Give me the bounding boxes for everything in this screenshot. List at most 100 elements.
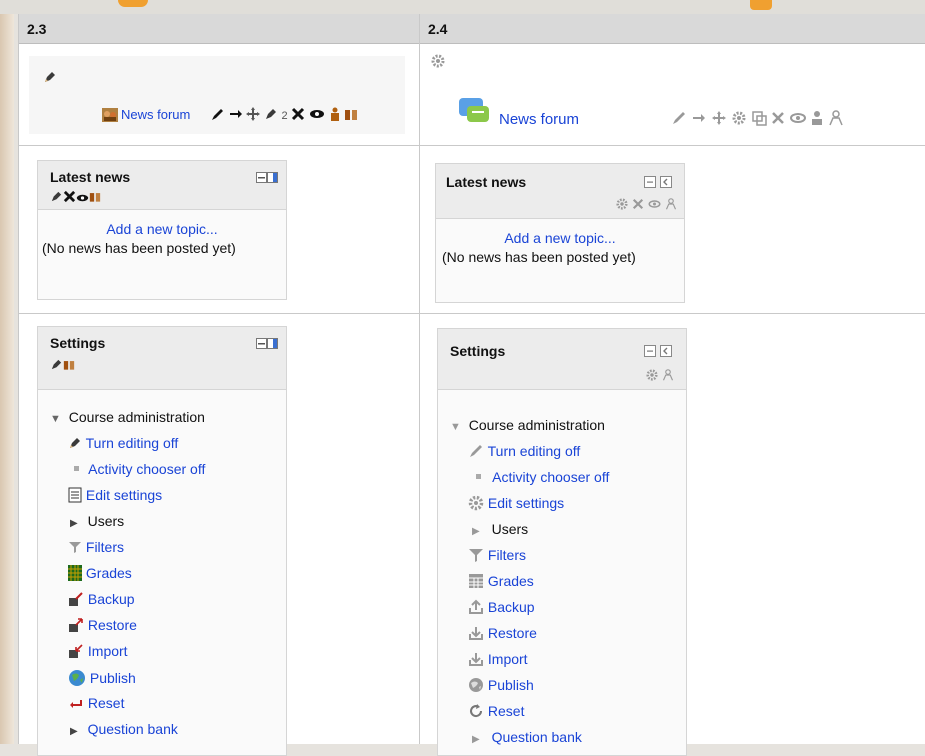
block-title: Latest news <box>50 169 131 185</box>
gear-icon[interactable] <box>646 368 658 384</box>
delete-icon[interactable] <box>63 190 76 206</box>
news-forum-link[interactable]: News forum <box>499 111 579 128</box>
assign-roles-icon[interactable] <box>89 190 101 206</box>
edit-icon[interactable] <box>50 190 63 206</box>
question-bank-node[interactable]: ▶ Question bank <box>472 729 582 745</box>
block-edit-icons <box>616 196 677 213</box>
restore-item[interactable]: Restore <box>68 617 137 636</box>
row-divider <box>19 145 925 146</box>
edit-title-icon[interactable] <box>671 110 687 129</box>
dock-icon[interactable] <box>267 170 278 186</box>
add-new-topic-link[interactable]: Add a new topic... <box>38 221 286 237</box>
collapsed-arrow-icon: ▶ <box>472 526 480 537</box>
question-bank-node[interactable]: ▶ Question bank <box>70 721 178 737</box>
no-news-text: (No news has been posted yet) <box>442 249 636 265</box>
settings-block-left: Settings ▼ Course administration Turn ed… <box>37 326 287 756</box>
edit-settings-item[interactable]: Edit settings <box>68 487 162 506</box>
move-icon[interactable] <box>246 107 261 124</box>
users-node[interactable]: ▶ Users <box>472 521 528 537</box>
gear-icon[interactable] <box>431 54 445 71</box>
reset-item[interactable]: Reset <box>68 695 124 714</box>
dock-icon[interactable] <box>659 175 672 191</box>
grades-item[interactable]: Grades <box>468 573 534 592</box>
assign-roles-icon[interactable] <box>810 110 824 129</box>
forum-actions-right <box>671 110 844 129</box>
activity-chooser-item[interactable]: Activity chooser off <box>70 461 205 477</box>
table-icon <box>468 573 484 592</box>
assign-roles-icon[interactable] <box>662 368 674 384</box>
latest-news-block-left: Latest news Add a new topic... (No news … <box>37 160 287 300</box>
delete-icon[interactable] <box>632 197 644 213</box>
hide-icon[interactable] <box>309 108 325 123</box>
filter-icon <box>468 547 484 566</box>
gear-icon[interactable] <box>616 197 628 213</box>
section-label: Course administration <box>468 417 605 433</box>
edit-icon <box>68 436 82 453</box>
grades-icon <box>68 565 82 584</box>
edit-settings-icon[interactable] <box>264 107 278 124</box>
item-label: Filters <box>487 547 527 564</box>
activity-chooser-item[interactable]: Activity chooser off <box>470 469 609 485</box>
duplicate-icon[interactable] <box>751 110 767 129</box>
collapse-icon[interactable] <box>256 170 267 186</box>
block-edit-icons <box>50 189 101 206</box>
edit-icon[interactable] <box>50 358 63 374</box>
orange-tab-decoration <box>118 0 148 7</box>
hide-icon[interactable] <box>790 110 807 129</box>
import-item[interactable]: Import <box>468 651 528 670</box>
delete-icon[interactable] <box>770 110 786 129</box>
item-label: Grades <box>85 565 132 582</box>
publish-item[interactable]: Publish <box>68 669 136 690</box>
upload-icon <box>468 599 484 618</box>
collapse-icon[interactable] <box>644 344 656 360</box>
edit-settings-item[interactable]: Edit settings <box>468 495 564 514</box>
edit-icon[interactable] <box>43 70 57 87</box>
news-forum-link[interactable]: News forum <box>121 107 190 122</box>
download-icon <box>468 625 484 644</box>
course-administration-node[interactable]: ▼ Course administration <box>450 417 605 433</box>
globe-icon <box>68 669 86 690</box>
import-item[interactable]: Import <box>68 643 128 662</box>
collapse-icon[interactable] <box>256 336 267 352</box>
dock-icon[interactable] <box>267 336 278 352</box>
groups-icon[interactable] <box>344 107 358 124</box>
restore-item[interactable]: Restore <box>468 625 537 644</box>
edit-title-icon[interactable] <box>211 107 225 124</box>
publish-item[interactable]: Publish <box>468 677 534 696</box>
turn-editing-off-item[interactable]: Turn editing off <box>68 435 178 453</box>
settings-icon[interactable] <box>731 110 747 129</box>
dock-icon[interactable] <box>659 344 672 360</box>
backup-item[interactable]: Backup <box>468 599 535 618</box>
collapsed-arrow-icon: ▶ <box>70 726 78 737</box>
assign-roles-icon[interactable] <box>63 358 75 374</box>
filters-item[interactable]: Filters <box>468 547 526 566</box>
assign-roles-icon[interactable] <box>329 107 341 124</box>
hide-icon[interactable] <box>76 190 89 206</box>
delete-icon[interactable] <box>291 107 305 124</box>
collapsed-arrow-icon: ▶ <box>70 518 78 529</box>
backup-item[interactable]: Backup <box>68 591 135 610</box>
grades-item[interactable]: Grades <box>68 565 132 584</box>
refresh-icon <box>468 703 484 722</box>
turn-editing-off-item[interactable]: Turn editing off <box>468 443 580 462</box>
add-new-topic-link[interactable]: Add a new topic... <box>436 230 684 246</box>
reset-item[interactable]: Reset <box>468 703 524 722</box>
collapsed-arrow-icon: ▶ <box>472 734 480 745</box>
groups-icon[interactable] <box>828 110 844 129</box>
item-label: Publish <box>89 670 136 687</box>
block-controls <box>256 335 278 352</box>
course-administration-node[interactable]: ▼ Course administration <box>50 409 205 425</box>
item-label: Publish <box>487 677 534 694</box>
move-right-icon[interactable] <box>691 110 707 129</box>
pencil-icon <box>468 443 484 462</box>
users-node[interactable]: ▶ Users <box>70 513 124 529</box>
hide-icon[interactable] <box>648 197 661 213</box>
move-icon[interactable] <box>711 110 727 129</box>
collapse-icon[interactable] <box>644 175 656 191</box>
filters-item[interactable]: Filters <box>68 539 124 557</box>
move-right-icon[interactable] <box>229 107 243 124</box>
restore-icon <box>68 617 84 636</box>
block-edit-icons <box>646 367 674 384</box>
column-header-right: 2.4 <box>420 14 925 44</box>
assign-roles-icon[interactable] <box>665 197 677 213</box>
